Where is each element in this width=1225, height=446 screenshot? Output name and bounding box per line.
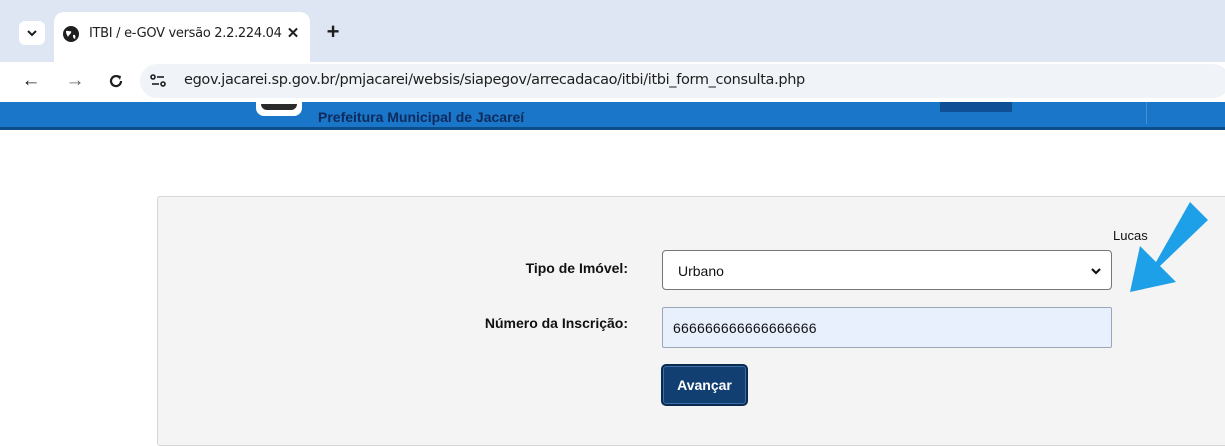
pointer-arrow-icon xyxy=(1130,202,1208,292)
forward-button[interactable]: → xyxy=(62,68,88,94)
property-type-label: Tipo de Imóvel: xyxy=(525,260,628,276)
forward-arrow-icon: → xyxy=(65,70,85,91)
registration-number-value: 666666666666666666 xyxy=(673,320,817,336)
back-arrow-icon: ← xyxy=(21,70,41,91)
site-title: Prefeitura Municipal de Jacareí xyxy=(318,109,525,125)
reload-button[interactable] xyxy=(103,68,129,94)
new-tab-button[interactable]: + xyxy=(322,21,344,43)
site-settings-icon[interactable] xyxy=(149,72,167,90)
globe-icon xyxy=(63,26,79,42)
address-bar[interactable]: egov.jacarei.sp.gov.br/pmjacarei/websis/… xyxy=(140,64,1225,98)
reload-icon xyxy=(109,74,123,88)
browser-tab[interactable]: ITBI / e-GOV versão 2.2.224.04 ✕ xyxy=(54,12,310,62)
url-text[interactable]: egov.jacarei.sp.gov.br/pmjacarei/websis/… xyxy=(184,72,805,88)
header-menu-block[interactable] xyxy=(940,102,1012,112)
registration-number-label: Número da Inscrição: xyxy=(484,315,628,331)
tab-title: ITBI / e-GOV versão 2.2.224.04 xyxy=(89,26,282,41)
tab-search-button[interactable] xyxy=(19,21,45,45)
advance-button[interactable]: Avançar xyxy=(661,364,748,406)
registration-number-input[interactable]: 666666666666666666 xyxy=(662,307,1112,348)
back-button[interactable]: ← xyxy=(18,68,44,94)
property-type-value: Urbano xyxy=(678,263,724,279)
property-type-select[interactable]: Urbano xyxy=(662,250,1112,290)
header-divider xyxy=(1146,102,1147,124)
city-crest-logo xyxy=(256,102,302,116)
browser-toolbar: ← → egov.jacarei.sp.gov.br/pmjacarei/web… xyxy=(0,62,1225,102)
chevron-down-icon xyxy=(1091,268,1101,275)
site-header: Prefeitura Municipal de Jacareí xyxy=(0,102,1225,130)
close-icon[interactable]: ✕ xyxy=(283,23,303,43)
chevron-down-icon xyxy=(27,30,37,37)
browser-tab-bar: ITBI / e-GOV versão 2.2.224.04 ✕ + xyxy=(0,0,1225,62)
